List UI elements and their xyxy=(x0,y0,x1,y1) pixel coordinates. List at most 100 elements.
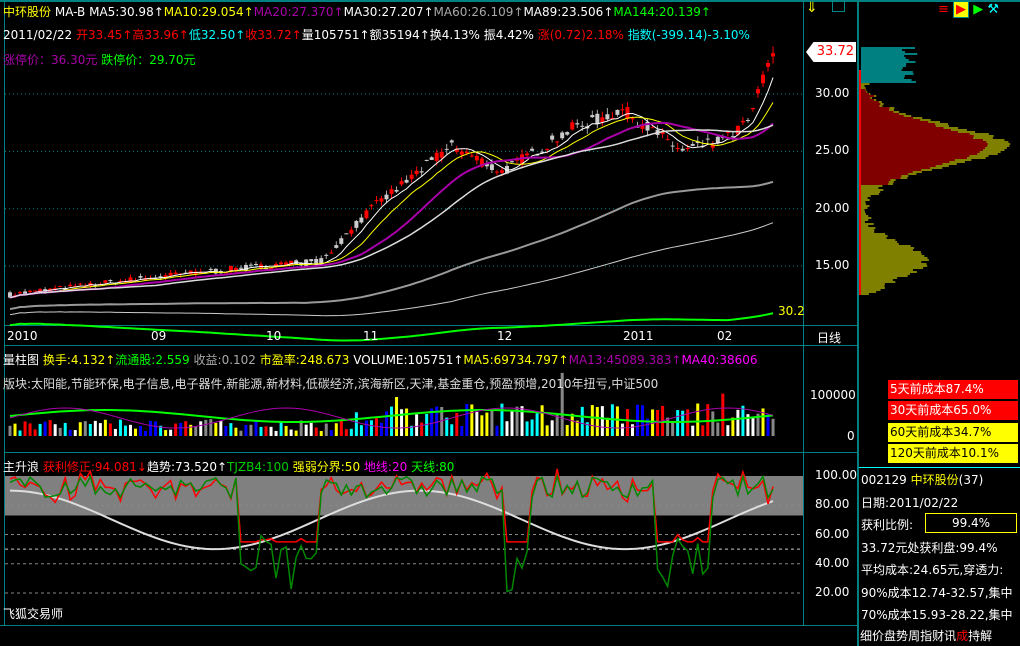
volume-bar xyxy=(400,409,404,436)
chip-red-icon[interactable]: ▶ xyxy=(953,1,970,18)
tools-icon[interactable]: ⚒ xyxy=(987,2,999,17)
volume-bar xyxy=(269,426,273,436)
profit-label: 获利比例: xyxy=(861,518,914,532)
candle-body xyxy=(399,181,404,185)
volume-bar xyxy=(194,426,198,436)
candle-body xyxy=(359,217,364,223)
volume-bar xyxy=(169,429,173,436)
tab-5[interactable]: 指 xyxy=(920,627,932,644)
chip-green-icon[interactable]: ▶ xyxy=(973,2,983,17)
ma-legend: 中环股份 MA-B MA5:30.98↑MA10:29.054↑MA20:27.… xyxy=(3,3,711,20)
tab-4[interactable]: 周 xyxy=(908,627,920,644)
candle-body xyxy=(18,292,23,294)
volume-bar xyxy=(465,403,469,436)
candle-body xyxy=(404,179,409,183)
volume-bar xyxy=(656,410,660,436)
ma144: MA144:20.139↑ xyxy=(613,5,711,19)
ind-sky: 天线:80 xyxy=(411,460,455,474)
volume-bar xyxy=(264,426,268,436)
candle-body xyxy=(449,140,454,143)
chip-distribution xyxy=(859,47,1011,295)
volume-bar xyxy=(766,413,770,436)
quote-change: 涨(0.72)2.18% xyxy=(537,28,624,42)
volume-bar xyxy=(771,418,775,436)
ma89-line xyxy=(9,222,774,317)
candle-body xyxy=(309,259,314,262)
volume-bar xyxy=(480,415,484,436)
chip-bars-icon[interactable]: ≡ xyxy=(938,2,949,17)
candle-body xyxy=(705,138,710,140)
period-button[interactable]: 日线 xyxy=(817,329,841,346)
volume-bar xyxy=(23,421,27,436)
volume-bar xyxy=(314,427,318,436)
candle-body xyxy=(630,118,635,120)
tab-6[interactable]: 财 xyxy=(932,627,944,644)
vol-volume: VOLUME:105751↑ xyxy=(353,353,464,367)
volume-bar xyxy=(73,430,77,436)
volume-bar xyxy=(615,406,619,436)
volume-bar xyxy=(38,423,42,436)
candle-body xyxy=(575,123,580,125)
volume-bar xyxy=(379,422,383,436)
volume-bar xyxy=(43,421,47,436)
candle-body xyxy=(429,157,434,160)
volume-bar xyxy=(580,406,584,436)
candle-body xyxy=(545,148,550,150)
volume-bar xyxy=(460,426,464,436)
current-price-tag: 33.72 xyxy=(806,42,856,62)
volume-bar xyxy=(701,425,705,436)
volume-bar xyxy=(716,422,720,436)
volume-bar xyxy=(13,423,17,436)
volume-bar xyxy=(204,419,208,436)
quote-volume: 量105751↑ xyxy=(301,28,370,42)
quote-close: 收33.72↑ xyxy=(245,28,302,42)
volume-bar xyxy=(525,421,529,436)
candle-body xyxy=(615,109,620,115)
ma89: MA89:23.506↑ xyxy=(523,5,614,19)
volume-title: 量柱图 xyxy=(3,353,40,367)
volume-bar xyxy=(18,430,22,436)
candle-body xyxy=(499,170,504,173)
tab-7[interactable]: 讯 xyxy=(944,627,956,644)
limit-down-price: 跌停价：29.70元 xyxy=(101,53,196,67)
tab-8[interactable]: 成 xyxy=(956,627,968,644)
volume-bar xyxy=(620,423,624,436)
tab-3[interactable]: 势 xyxy=(896,627,908,644)
volume-bar xyxy=(339,420,343,436)
volume-bar xyxy=(666,417,670,436)
tab-9[interactable]: 持 xyxy=(968,627,980,644)
volume-bar xyxy=(214,422,218,436)
volume-bar xyxy=(8,425,12,436)
ind-tick: 20.00 xyxy=(815,585,850,599)
candle-body xyxy=(334,245,339,248)
tab-10[interactable]: 解 xyxy=(980,627,992,644)
candle-body xyxy=(761,74,765,84)
volume-bar xyxy=(505,421,509,436)
volume-bar xyxy=(324,423,328,436)
volume-bar xyxy=(605,417,609,436)
volume-bar xyxy=(294,430,298,436)
tab-0[interactable]: 细 xyxy=(860,627,872,644)
ind-tick: 60.00 xyxy=(815,527,850,541)
indicator-title: 主升浪 xyxy=(3,460,40,474)
layout-icon[interactable] xyxy=(832,1,845,12)
candlestick-chart[interactable] xyxy=(0,0,857,625)
volume-bar xyxy=(98,423,102,436)
volume-bar xyxy=(53,424,57,436)
volume-bar xyxy=(113,428,117,436)
tab-1[interactable]: 价 xyxy=(872,627,884,644)
alarm-icon[interactable]: ⇓ xyxy=(806,0,818,16)
tab-2[interactable]: 盘 xyxy=(884,627,896,644)
candle-body xyxy=(68,284,73,287)
candle-body xyxy=(755,89,760,94)
volume-bar xyxy=(751,418,755,436)
candle-body xyxy=(409,174,414,179)
volume-bar xyxy=(184,421,188,436)
volume-bar xyxy=(726,425,730,436)
candle-body xyxy=(23,291,28,294)
volume-bar xyxy=(279,421,283,436)
candle-body xyxy=(650,127,655,129)
chip-count: (37) xyxy=(958,473,984,487)
ind-profit: 获利修正:94.081↓ xyxy=(42,460,147,474)
candle-body xyxy=(394,189,399,192)
